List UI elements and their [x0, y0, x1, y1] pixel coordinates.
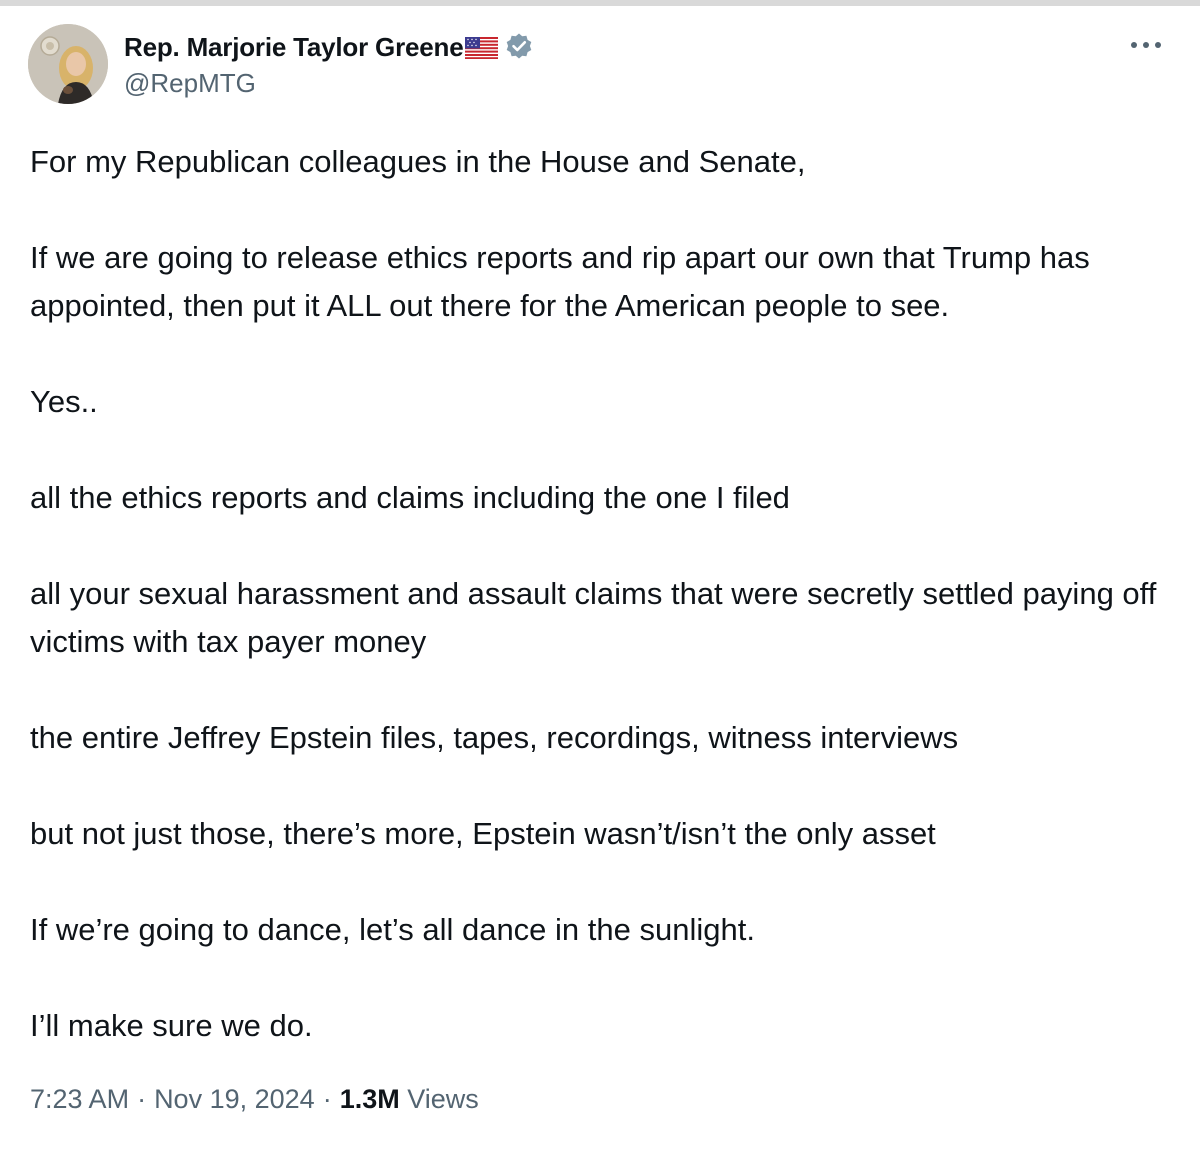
avatar[interactable]	[28, 24, 108, 104]
avatar-image	[28, 24, 108, 104]
tweet-text: For my Republican colleagues in the Hous…	[30, 138, 1180, 1098]
tweet-paragraph: I’ll make sure we do.	[30, 1008, 313, 1043]
tweet-time[interactable]: 7:23 AM	[30, 1084, 129, 1115]
more-options-icon[interactable]	[1128, 38, 1164, 52]
tweet-paragraph: Yes..	[30, 384, 98, 419]
author-display-name[interactable]: Rep. Marjorie Taylor Greene	[124, 32, 464, 63]
views-count: 1.3M	[339, 1084, 400, 1114]
meta-separator: ·	[137, 1084, 147, 1114]
tweet-paragraph: If we’re going to dance, let’s all dance…	[30, 912, 755, 947]
tweet-paragraph: all your sexual harassment and assault c…	[30, 576, 1157, 659]
meta-separator: ·	[322, 1084, 332, 1114]
tweet-paragraph: but not just those, there’s more, Epstei…	[30, 816, 936, 851]
author-handle[interactable]: @RepMTG	[124, 68, 534, 99]
tweet-paragraph: all the ethics reports and claims includ…	[30, 480, 790, 515]
tweet-metadata: 7:23 AM · Nov 19, 2024 · 1.3M Views	[30, 1084, 479, 1115]
author-info: Rep. Marjorie Taylor Greene @RepMTG	[124, 30, 534, 99]
views-label: Views	[407, 1084, 479, 1114]
us-flag-icon	[465, 37, 499, 59]
views[interactable]: 1.3M Views	[340, 1084, 479, 1115]
tweet-date[interactable]: Nov 19, 2024	[154, 1084, 315, 1115]
top-border	[0, 0, 1200, 6]
verified-badge-icon[interactable]	[504, 32, 534, 62]
tweet-header: Rep. Marjorie Taylor Greene @RepMTG	[28, 24, 1172, 114]
tweet-paragraph: For my Republican colleagues in the Hous…	[30, 144, 806, 179]
tweet-paragraph: If we are going to release ethics report…	[30, 240, 1090, 323]
tweet-paragraph: the entire Jeffrey Epstein files, tapes,…	[30, 720, 959, 755]
name-row: Rep. Marjorie Taylor Greene	[124, 30, 534, 64]
